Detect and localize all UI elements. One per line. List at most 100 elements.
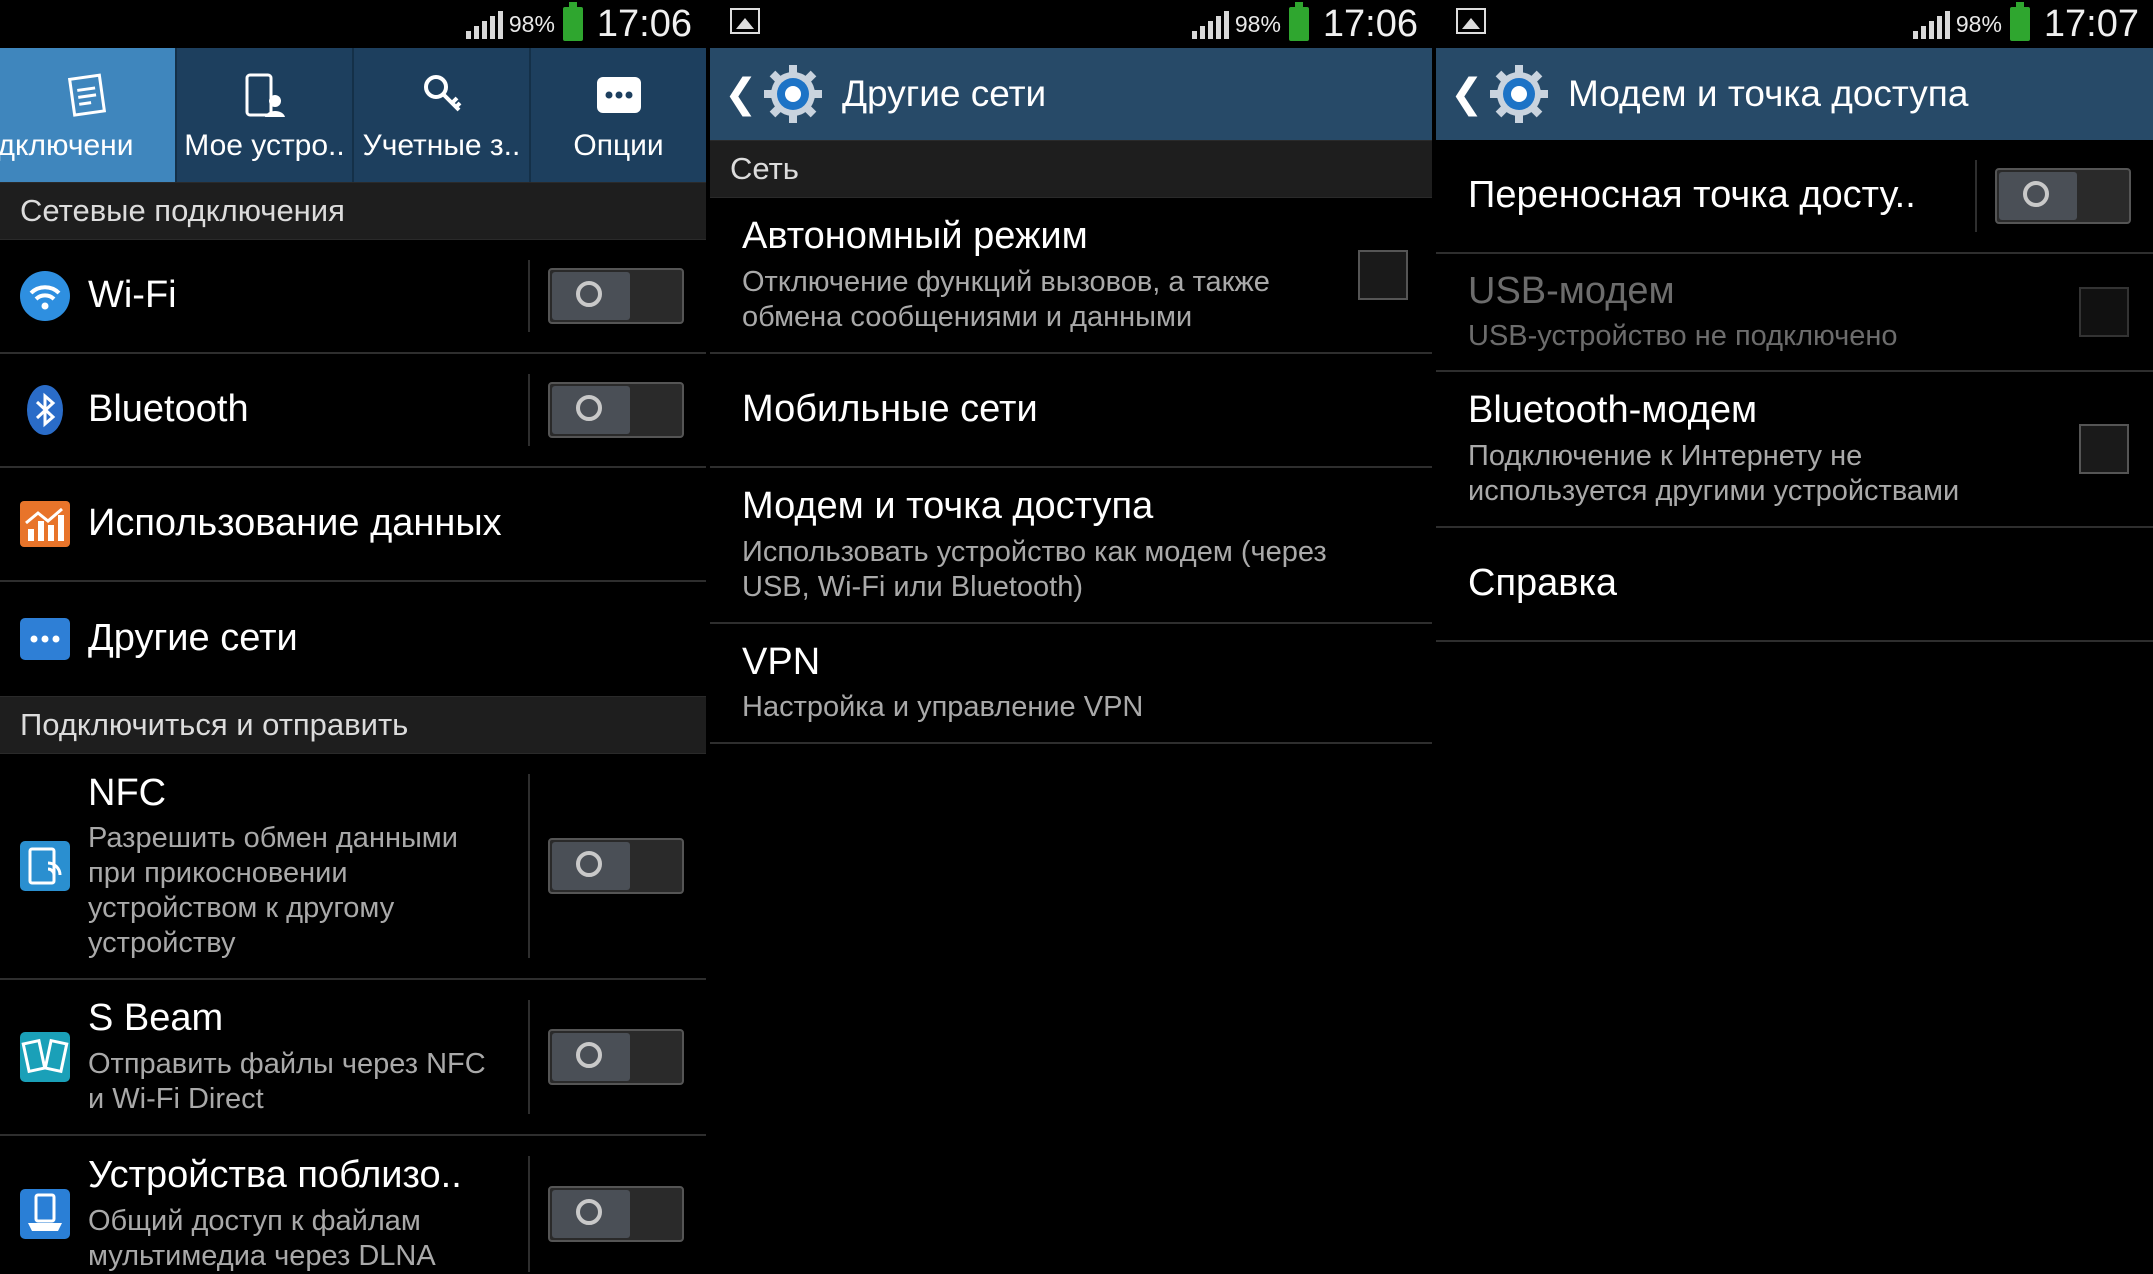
back-arrow-icon[interactable]: ❮ (724, 71, 758, 117)
tab-connections[interactable]: одключени (0, 48, 177, 182)
item-title: USB-модем (1468, 269, 1675, 312)
battery-icon (1288, 2, 1309, 41)
tab-label: одключени (0, 129, 134, 162)
list-item-bluetooth-tethering[interactable]: Bluetooth-модем Подключение к Интернету … (1436, 372, 2153, 528)
list-item-portable-hotspot[interactable]: Переносная точка досту.. (1436, 140, 2153, 254)
list-item-tethering[interactable]: Модем и точка доступа Использовать устро… (710, 468, 1432, 624)
picture-notification-icon (730, 8, 760, 34)
sbeam-toggle[interactable] (548, 1029, 684, 1085)
more-icon (596, 77, 641, 113)
nearby-devices-toggle[interactable] (548, 1186, 684, 1242)
signal-icon (1191, 9, 1229, 39)
sbeam-icon (20, 1032, 70, 1082)
action-bar: ❮ Модем и точка доступа (1436, 48, 2153, 140)
my-device-icon (245, 73, 285, 117)
clock: 17:07 (2043, 2, 2139, 45)
list-item-mobile-networks[interactable]: Мобильные сети (710, 354, 1432, 468)
section-header: Сеть (710, 140, 1432, 198)
item-subtitle: Отправить файлы через NFC и Wi-Fi Direct (88, 1047, 486, 1117)
item-title: Bluetooth (88, 388, 249, 431)
item-title: Bluetooth-модем (1468, 389, 1758, 432)
list-item-sbeam[interactable]: S Beam Отправить файлы через NFC и Wi-Fi… (0, 980, 706, 1136)
key-icon (423, 75, 461, 112)
item-subtitle: Подключение к Интернету не используется … (1468, 439, 1959, 509)
tab-my-device[interactable]: Мое устро.. (177, 48, 354, 182)
bluetooth-icon (27, 385, 63, 435)
section-header: Сетевые подключения (0, 182, 706, 240)
list-item-nfc[interactable]: NFC Разрешить обмен данными при прикосно… (0, 754, 706, 980)
divider (528, 774, 530, 958)
connections-icon (67, 73, 106, 117)
nfc-icon (20, 841, 70, 891)
item-subtitle: Отключение функций вызовов, а также обме… (742, 265, 1270, 335)
item-subtitle: Общий доступ к файлам мультимедиа через … (88, 1204, 462, 1274)
tethering-screen: 98% 17:07 ❮ Модем и точка доступа Перено… (1436, 0, 2153, 1274)
list-item-bluetooth[interactable]: Bluetooth (0, 354, 706, 468)
item-title: Справка (1468, 562, 1618, 605)
list-item-airplane-mode[interactable]: Автономный режим Отключение функций вызо… (710, 198, 1432, 354)
data-usage-icon (20, 501, 70, 547)
subtitle-line: используется другими устройствами (1468, 474, 1960, 507)
list-item-nearby-devices[interactable]: Устройства поблизо.. Общий доступ к файл… (0, 1136, 706, 1274)
battery-icon (562, 2, 583, 41)
tab-accounts[interactable]: Учетные з.. (354, 48, 531, 182)
subtitle-line: мультимедиа через DLNA (88, 1239, 436, 1272)
subtitle-line: устройством к другому (88, 891, 395, 924)
subtitle-line: Подключение к Интернету не (1468, 440, 1863, 473)
item-title: Wi-Fi (88, 274, 177, 317)
tab-label: Мое устро.. (184, 129, 345, 162)
subtitle-line: при прикосновении (88, 857, 348, 890)
more-networks-screen: 98% 17:06 ❮ Другие сети Сеть Автономный … (710, 0, 1432, 1274)
airplane-mode-checkbox[interactable] (1358, 250, 1408, 300)
page-title: Другие сети (842, 73, 1047, 114)
divider (528, 1156, 530, 1272)
action-bar: ❮ Другие сети (710, 48, 1432, 140)
bluetooth-tethering-checkbox[interactable] (2079, 424, 2129, 474)
signal-icon (1912, 9, 1950, 39)
tab-label: Опции (573, 129, 664, 162)
nfc-toggle[interactable] (548, 838, 684, 894)
signal-icon (465, 9, 503, 39)
subtitle-line: Использовать устройство как модем (через (742, 536, 1327, 569)
battery-icon (2009, 2, 2030, 41)
divider (528, 260, 530, 332)
nearby-devices-icon (20, 1189, 70, 1239)
subtitle-line: обмена сообщениями и данными (742, 300, 1193, 333)
item-subtitle: Использовать устройство как модем (через… (742, 535, 1327, 605)
subtitle-line: и Wi-Fi Direct (88, 1082, 264, 1115)
settings-gear-icon (764, 65, 822, 123)
page-title: Модем и точка доступа (1568, 73, 1969, 114)
item-subtitle: USB-устройство не подключено (1468, 320, 1898, 353)
item-title: Другие сети (88, 617, 298, 660)
tab-label: Учетные з.. (362, 129, 521, 162)
item-title: S Beam (88, 997, 224, 1040)
status-bar: 98% 17:06 (710, 0, 1432, 48)
usb-tethering-checkbox (2079, 287, 2129, 337)
list-item-vpn[interactable]: VPN Настройка и управление VPN (710, 624, 1432, 744)
list-item-help[interactable]: Справка (1436, 528, 2153, 642)
item-title: Использование данных (88, 502, 502, 545)
list-item-usb-tethering: USB-модем USB-устройство не подключено (1436, 254, 2153, 372)
list-item-more-networks[interactable]: Другие сети (0, 582, 706, 696)
wifi-toggle[interactable] (548, 268, 684, 324)
subtitle-line: Разрешить обмен данными (88, 822, 458, 855)
connections-screen: 98% 17:06 одключени Мое устро.. (0, 0, 706, 1274)
subtitle-line: устройству (88, 926, 236, 959)
settings-tabs: одключени Мое устро.. Учетные з.. (0, 48, 706, 182)
clock: 17:06 (1322, 2, 1418, 45)
list-item-wifi[interactable]: Wi-Fi (0, 240, 706, 354)
bluetooth-toggle[interactable] (548, 382, 684, 438)
item-title: VPN (742, 640, 821, 683)
item-title: Устройства поблизо.. (88, 1154, 462, 1197)
list-item-data-usage[interactable]: Использование данных (0, 468, 706, 582)
picture-notification-icon (1456, 8, 1486, 34)
back-arrow-icon[interactable]: ❮ (1450, 71, 1484, 117)
status-bar: 98% 17:06 (0, 0, 706, 48)
subtitle-line: Общий доступ к файлам (88, 1205, 421, 1238)
hotspot-toggle[interactable] (1995, 168, 2131, 224)
battery-percent: 98% (1955, 10, 2002, 37)
item-title: Автономный режим (742, 215, 1088, 258)
divider (528, 1000, 530, 1114)
tab-options[interactable]: Опции (531, 48, 706, 182)
wifi-icon (20, 271, 70, 321)
